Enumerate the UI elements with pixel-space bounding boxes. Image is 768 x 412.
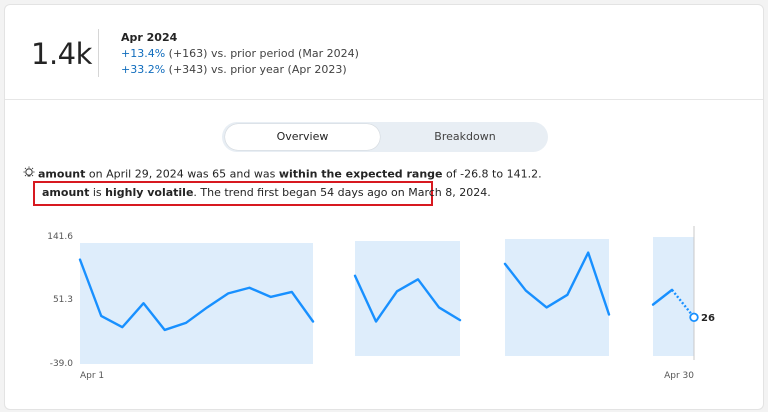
forecast-point[interactable]	[689, 312, 699, 322]
trend-chart: 26 141.6 51.3 -39.0 Apr 1 Apr 30	[47, 226, 715, 381]
y-tick-label: 51.3	[53, 295, 73, 305]
forecast-value-label: 26	[701, 313, 715, 324]
y-tick-label: 141.6	[47, 232, 73, 242]
x-tick-label: Apr 30	[664, 371, 694, 381]
expected-range-band	[653, 237, 694, 356]
y-tick-label: -39.0	[50, 359, 74, 369]
expected-range-band	[505, 239, 609, 356]
expected-range-band	[355, 241, 460, 356]
expected-range-band	[80, 243, 313, 364]
x-tick-label: Apr 1	[80, 371, 104, 381]
